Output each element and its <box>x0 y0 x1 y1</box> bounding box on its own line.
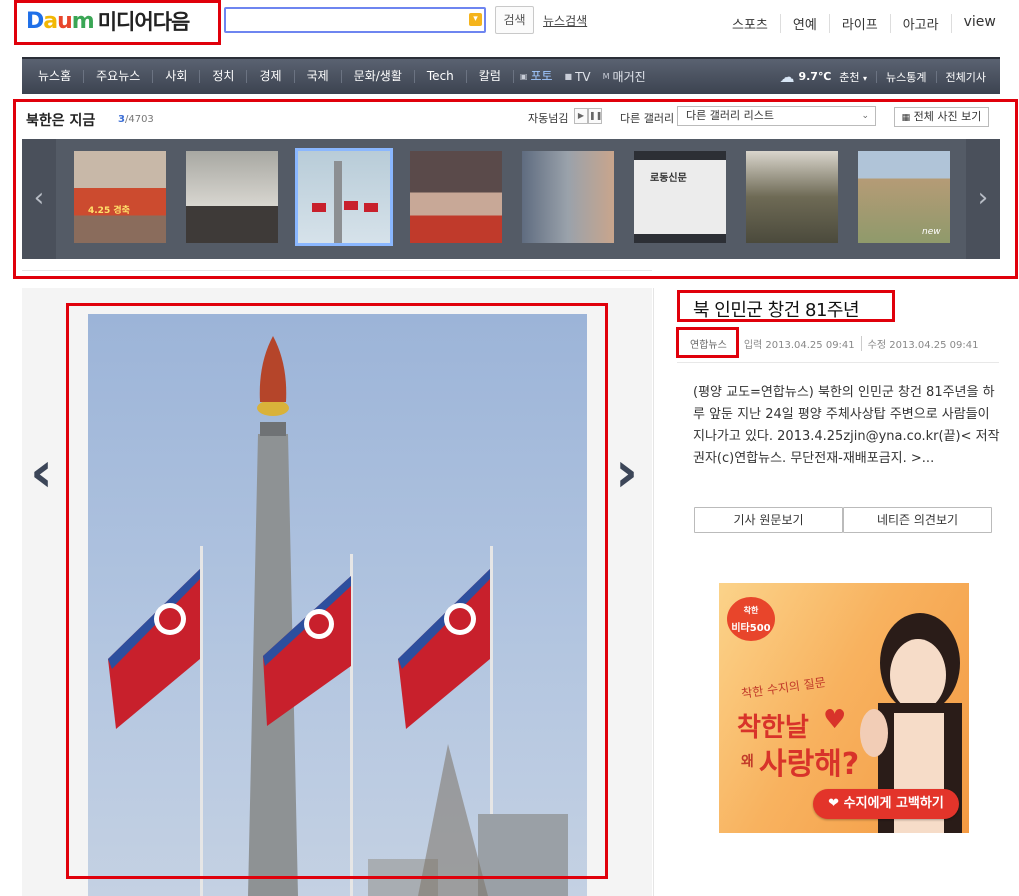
highlight-box-gallery <box>13 99 1018 279</box>
top-links: 스포츠 연예 라이프 아고라 view <box>720 14 1008 33</box>
nav-items: 뉴스홈 주요뉴스 사회 정치 경제 국제 문화/생활 Tech 칼럼 ▣ 포토 … <box>26 59 652 94</box>
magazine-icon: M <box>602 72 610 81</box>
article-input-date: 입력 2013.04.25 09:41 <box>736 336 861 351</box>
nav-item-economy[interactable]: 경제 <box>246 70 293 83</box>
divider <box>876 70 878 83</box>
search-box[interactable]: ▾ <box>224 7 486 33</box>
nav-right: ☁ 9.7℃ 춘천 ▾ 뉴스통계 전체기사 <box>779 59 986 94</box>
chevron-right-icon[interactable]: › <box>615 445 638 501</box>
tv-icon: ■ <box>564 72 573 81</box>
top-link-life[interactable]: 라이프 <box>828 14 890 33</box>
cloud-sun-icon: ☁ <box>779 67 795 86</box>
ad-cta-button[interactable]: ❤ 수지에게 고백하기 <box>813 789 959 819</box>
nav-item-politics[interactable]: 정치 <box>199 70 246 83</box>
nav-tv-label: TV <box>575 69 591 84</box>
top-link-entertainment[interactable]: 연예 <box>779 14 829 33</box>
nav-item-culture[interactable]: 문화/생활 <box>340 70 414 83</box>
nav-item-tv[interactable]: ■ TV <box>559 70 597 84</box>
top-link-agora[interactable]: 아고라 <box>889 14 951 33</box>
nav-magazine-label: 매거진 <box>612 70 646 84</box>
nav-item-news-home[interactable]: 뉴스홈 <box>26 70 83 83</box>
nav-item-society[interactable]: 사회 <box>152 70 199 83</box>
nav-item-photo[interactable]: ▣ 포토 <box>512 69 559 83</box>
all-articles-link[interactable]: 전체기사 <box>946 69 986 85</box>
nav-item-magazine[interactable]: M 매거진 <box>597 68 652 85</box>
ad-headline-small: 왜 <box>741 754 754 770</box>
news-search-link[interactable]: 뉴스검색 <box>543 12 587 29</box>
search-input[interactable] <box>230 9 460 31</box>
ad-brand-logo: 착한 비타500 <box>727 597 775 641</box>
divider <box>653 288 654 896</box>
chevron-down-icon: ▾ <box>863 73 868 83</box>
ad-question: 착한 수지의 질문 <box>740 675 827 701</box>
highlight-box-title <box>677 290 895 322</box>
camera-icon: ▣ <box>519 72 528 81</box>
nav-photo-label: 포토 <box>530 69 553 83</box>
nav-item-tech[interactable]: Tech <box>413 70 466 83</box>
chevron-down-icon[interactable]: ▾ <box>469 13 482 26</box>
main-nav: 뉴스홈 주요뉴스 사회 정치 경제 국제 문화/생활 Tech 칼럼 ▣ 포토 … <box>22 57 1000 94</box>
article-edit-date: 수정 2013.04.25 09:41 <box>860 336 985 351</box>
advertisement[interactable]: 착한 비타500 착한 수지의 질문 착한날 ♥ 왜 사랑해? ❤ 수지에게 고… <box>719 583 969 833</box>
news-stats-link[interactable]: 뉴스통계 <box>886 69 926 85</box>
highlight-box-source <box>676 327 739 358</box>
search-button[interactable]: 검색 <box>495 6 534 34</box>
highlight-box-logo <box>14 0 221 45</box>
divider <box>677 362 999 363</box>
nav-item-top-news[interactable]: 주요뉴스 <box>83 70 152 83</box>
weather-city[interactable]: 춘천 ▾ <box>839 69 867 85</box>
top-link-sports[interactable]: 스포츠 <box>720 14 780 33</box>
nav-item-column[interactable]: 칼럼 <box>465 70 513 83</box>
ad-headline-large: 사랑해? <box>759 747 860 782</box>
nav-item-world[interactable]: 국제 <box>293 70 341 83</box>
top-link-view[interactable]: view <box>950 14 1008 33</box>
chevron-left-icon[interactable]: ‹ <box>30 445 53 501</box>
heart-icon: ❤ <box>828 796 840 811</box>
netizen-opinion-button[interactable]: 네티즌 의견보기 <box>843 507 992 533</box>
weather-temp: 9.7℃ <box>798 70 832 83</box>
divider <box>935 70 937 83</box>
highlight-box-photo <box>66 303 608 879</box>
article-body: (평양 교도=연합뉴스) 북한의 인민군 창건 81주년을 하루 앞둔 지난 2… <box>693 385 1000 466</box>
view-original-button[interactable]: 기사 원문보기 <box>694 507 843 533</box>
heart-icon: ♥ <box>823 705 847 735</box>
